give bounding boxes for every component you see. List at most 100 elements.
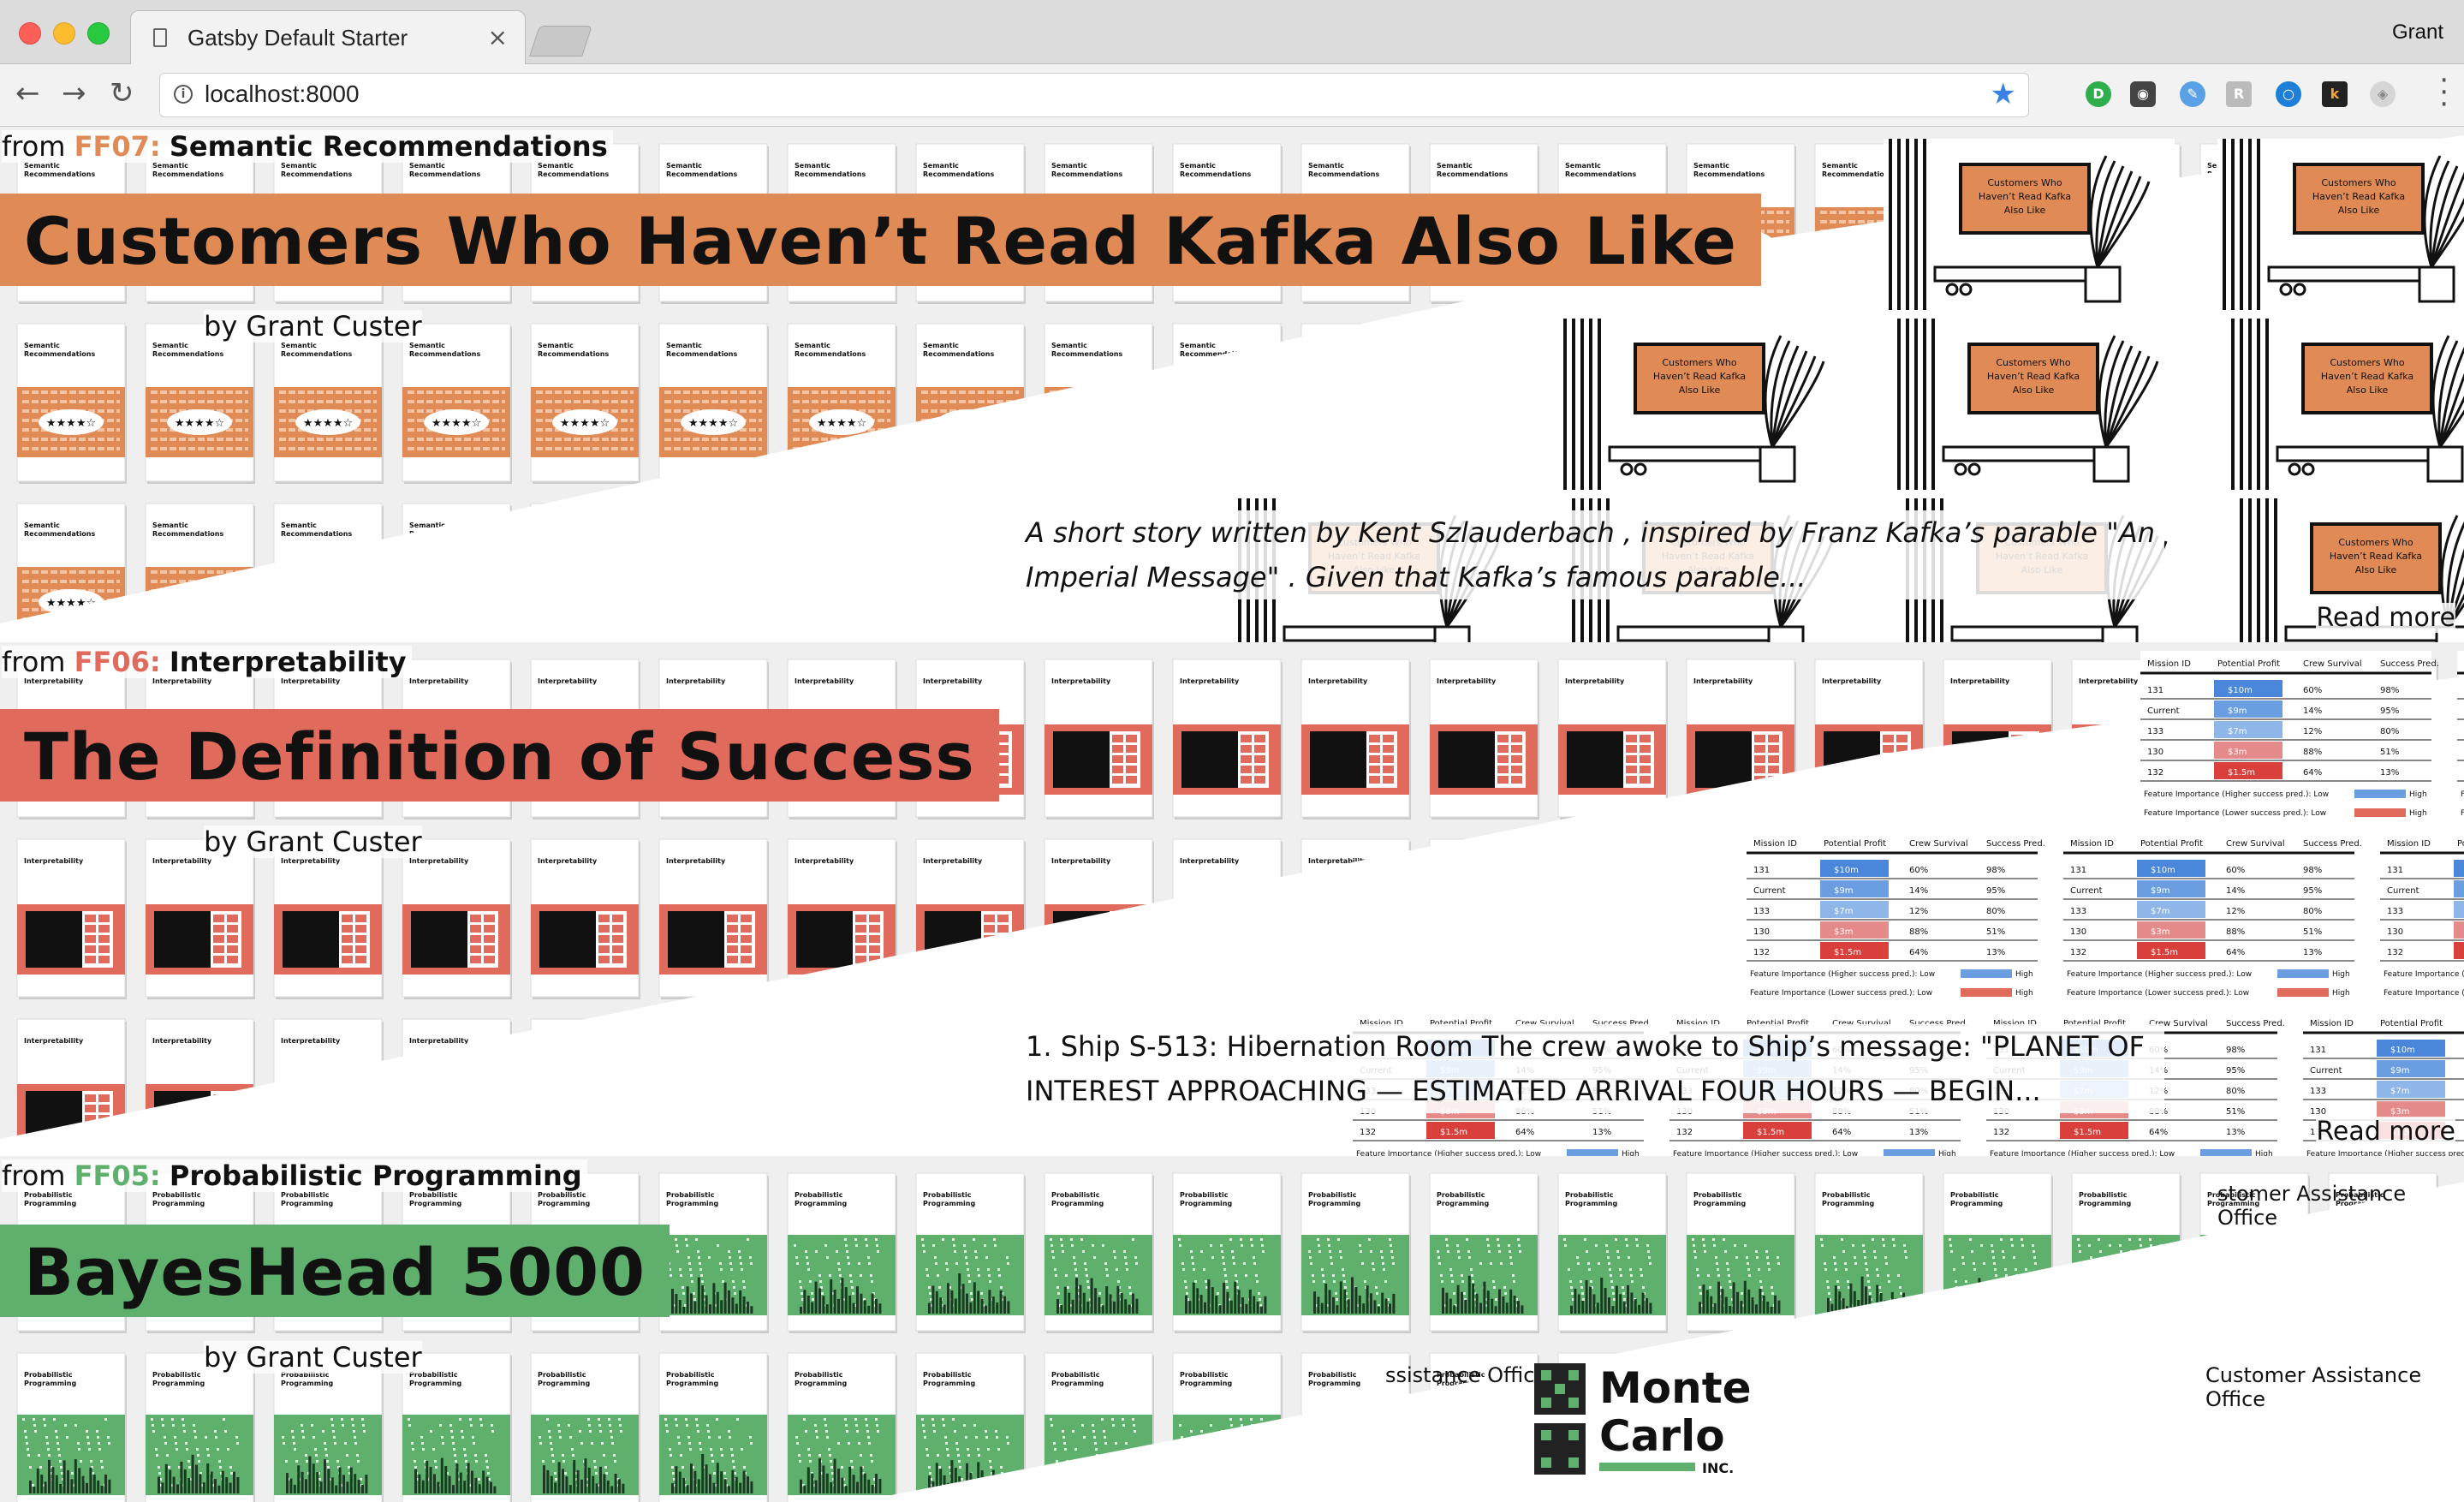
svg-text:132: 132 — [1993, 1128, 2009, 1137]
extension-r-icon[interactable]: R — [2226, 81, 2252, 107]
thumbnail-card: SemanticRecommendations ★★★★☆ — [530, 323, 640, 484]
svg-text:51%: 51% — [2380, 748, 2399, 757]
svg-text:Interpretability: Interpretability — [24, 857, 84, 865]
svg-text:64%: 64% — [1832, 1128, 1851, 1137]
svg-text:80%: 80% — [2226, 1087, 2245, 1096]
svg-text:Also Like: Also Like — [2347, 384, 2389, 396]
svg-text:Semantic: Semantic — [666, 162, 702, 170]
svg-text:Probabilistic: Probabilistic — [1437, 1191, 1485, 1199]
ff07-story-title[interactable]: Customers Who Haven’t Read Kafka Also Li… — [0, 194, 1761, 286]
svg-text:$9m: $9m — [2151, 886, 2169, 896]
svg-text:★★★★☆: ★★★★☆ — [688, 417, 738, 430]
svg-text:64%: 64% — [1909, 948, 1928, 957]
thumbnail-card: ProbabilisticProgramming — [1300, 1172, 1411, 1333]
thumbnail-card: ProbabilisticProgramming — [915, 1172, 1026, 1333]
svg-text:Semantic: Semantic — [24, 342, 60, 349]
svg-text:133: 133 — [2070, 907, 2086, 916]
ff06-read-more-link[interactable]: Read more — [2316, 1117, 2455, 1147]
thumbnail-card: SemanticRecommendations ★★★★☆ — [145, 323, 255, 484]
thumbnail-card: ProbabilisticProgramming — [658, 1352, 769, 1502]
thumbnail-card: SemanticRecommendations ★★★★☆ — [273, 323, 384, 484]
ff07-topic[interactable]: Semantic Recommendations — [170, 130, 608, 163]
extension-camera-icon[interactable]: ◉ — [2130, 81, 2156, 107]
svg-text:Current: Current — [2310, 1066, 2342, 1076]
svg-text:$10m: $10m — [2390, 1046, 2415, 1055]
minimize-window-button[interactable] — [53, 22, 75, 45]
thumbnail-card: Interpretability — [1172, 659, 1283, 820]
ff05-story-title[interactable]: BayesHead 5000 — [0, 1225, 670, 1317]
svg-text:Recommendations: Recommendations — [1180, 170, 1252, 178]
svg-text:$1.5m: $1.5m — [2074, 1128, 2101, 1137]
scene-illustration: Customers Who Haven’t Read Kafka Also Like — [1884, 139, 2175, 310]
ff05-topic[interactable]: Probabilistic Programming — [170, 1159, 582, 1192]
profile-name[interactable]: Grant — [2392, 21, 2443, 45]
svg-text:Recommendations: Recommendations — [152, 530, 224, 538]
maximize-window-button[interactable] — [87, 22, 110, 45]
svg-text:Haven’t Read Kafka: Haven’t Read Kafka — [1987, 371, 2080, 382]
svg-text:Recommendations: Recommendations — [24, 170, 96, 178]
svg-text:95%: 95% — [1986, 886, 2005, 896]
svg-text:Potential Profit: Potential Profit — [1824, 839, 1886, 849]
thumbnail-card: Interpretability — [145, 838, 255, 999]
thumbnail-card: Interpretability — [16, 838, 127, 999]
svg-text:Potential Profit: Potential Profit — [2380, 1019, 2443, 1028]
close-window-button[interactable] — [19, 22, 41, 45]
svg-text:Also Like: Also Like — [2004, 205, 2046, 216]
from-prefix: from — [2, 130, 74, 163]
extension-pen-icon[interactable]: ✎ — [2180, 81, 2205, 107]
thumbnail-card: ProbabilisticProgramming — [1429, 1172, 1539, 1333]
svg-text:Recommendations: Recommendations — [538, 350, 610, 358]
scene-illustration: Mission ID Potential Profit Crew Survival S… — [1747, 831, 2045, 1002]
svg-text:Interpretability: Interpretability — [152, 857, 212, 865]
thumbnail-card: ProbabilisticProgramming — [787, 1352, 897, 1502]
svg-text:Mission ID: Mission ID — [2387, 839, 2431, 849]
svg-text:High: High — [1938, 1150, 1956, 1156]
svg-text:Programming: Programming — [409, 1200, 461, 1207]
thumbnail-card: ProbabilisticProgramming — [658, 1172, 769, 1333]
ff06-topic[interactable]: Interpretability — [170, 646, 407, 678]
svg-text:Customers Who: Customers Who — [1662, 357, 1737, 368]
reload-icon[interactable]: ↻ — [110, 76, 134, 110]
scene-illustration: Customers Who Haven’t Read Kafka Also Like — [2226, 319, 2464, 490]
svg-text:Recommendations: Recommendations — [923, 350, 995, 358]
svg-text:Feature Importance (Higher suc: Feature Importance (Higher success pred.… — [2306, 1150, 2464, 1156]
svg-text:Recommendations: Recommendations — [923, 170, 995, 178]
browser-tab[interactable]: Gatsby Default Starter × — [130, 10, 526, 64]
svg-text:$1.5m: $1.5m — [1757, 1128, 1784, 1137]
scene-illustration: Mission ID Potential Profit Crew Survival S… — [2140, 651, 2439, 822]
tab-close-icon[interactable]: × — [488, 23, 508, 51]
url-text[interactable]: localhost:8000 — [205, 80, 360, 108]
ff06-code: FF06: — [74, 646, 161, 678]
extension-shield-icon[interactable]: ◈ — [2370, 81, 2396, 107]
ff07-read-more-link[interactable]: Read more — [2316, 603, 2455, 633]
address-bar[interactable]: i localhost:8000 ★ — [159, 73, 2029, 117]
svg-text:Customers Who: Customers Who — [1987, 177, 2062, 188]
svg-text:Recommendations: Recommendations — [1051, 170, 1123, 178]
scene-illustration: Mission ID Potential Profit Crew Survival S… — [2063, 831, 2362, 1002]
story-ff05[interactable]: Probabilistic Programming Probabilistic Pro… — [0, 1156, 2464, 1502]
svg-text:Programming: Programming — [409, 1380, 461, 1387]
svg-text:Interpretability: Interpretability — [1565, 677, 1625, 685]
svg-text:Crew Survival: Crew Survival — [2226, 839, 2285, 849]
svg-text:Semantic: Semantic — [152, 522, 188, 529]
bookmark-star-icon[interactable]: ★ — [1991, 77, 2016, 111]
svg-text:Probabilistic: Probabilistic — [923, 1191, 972, 1199]
svg-text:Semantic: Semantic — [409, 342, 445, 349]
new-tab-button[interactable] — [529, 26, 592, 57]
svg-text:Interpretability: Interpretability — [538, 677, 598, 685]
svg-text:Probabilistic: Probabilistic — [152, 1191, 201, 1199]
browser-menu-icon[interactable]: · · · — [2439, 66, 2449, 119]
svg-text:Feature Importance (Lower succ: Feature Importance (Lower success pred.)… — [2067, 989, 2249, 998]
info-icon[interactable]: i — [174, 85, 193, 104]
back-arrow-icon[interactable]: ← — [15, 76, 40, 110]
extension-ring-icon[interactable]: ○ — [2276, 81, 2301, 107]
ff06-story-title[interactable]: The Definition of Success — [0, 709, 999, 802]
svg-text:Recommendations: Recommendations — [281, 350, 353, 358]
thumbnail-card: ProbabilisticProgramming — [1557, 1172, 1668, 1333]
svg-text:$1.5m: $1.5m — [2151, 948, 2178, 957]
svg-text:Programming: Programming — [281, 1380, 333, 1387]
extension-k-icon[interactable]: k — [2322, 81, 2348, 107]
thumbnail-card: Interpretability — [658, 838, 769, 999]
extension-green-icon[interactable]: D — [2086, 81, 2111, 107]
forward-arrow-icon[interactable]: → — [62, 76, 86, 110]
